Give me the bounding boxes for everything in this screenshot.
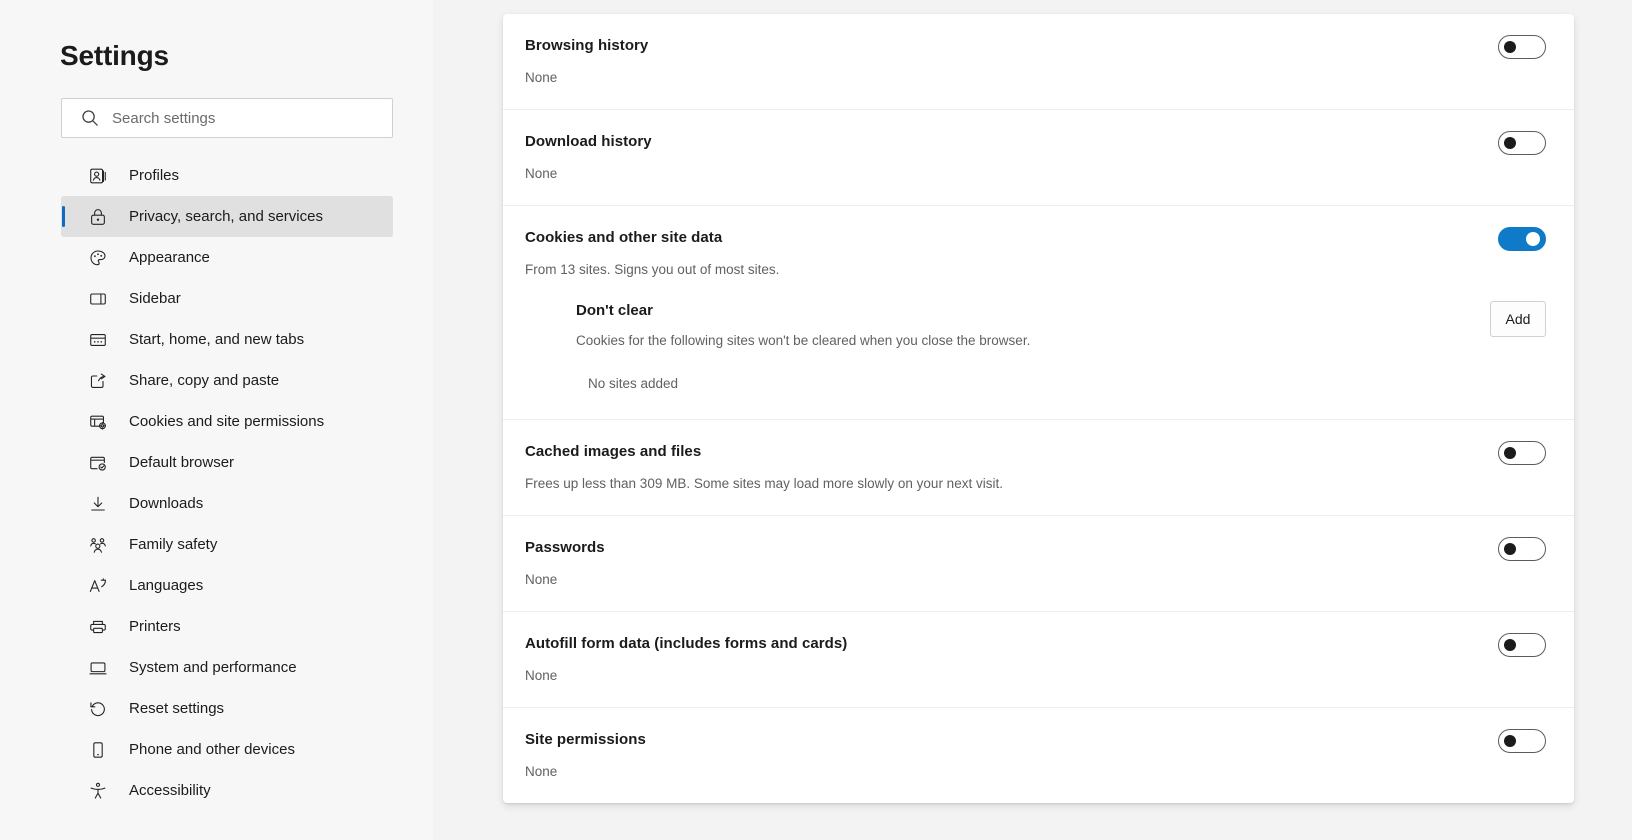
toggle-knob [1504, 543, 1516, 555]
settings-page: Settings Profi [0, 0, 1632, 840]
sidebar-item-sidebar[interactable]: Sidebar [61, 278, 393, 319]
toggle-knob [1526, 232, 1540, 246]
sidebar-item-label: Printers [129, 618, 181, 635]
dont-clear-subsection: Don't clear Cookies for the following si… [525, 301, 1546, 397]
sidebar-item-label: Downloads [129, 495, 204, 512]
row-subtitle: None [525, 166, 558, 181]
search-input[interactable] [112, 99, 392, 137]
toggle-passwords[interactable] [1498, 537, 1546, 561]
row-title: Browsing history [525, 37, 649, 54]
setting-row-passwords: Passwords None [503, 515, 1574, 611]
toggle-autofill-form-data[interactable] [1498, 633, 1546, 657]
setting-row-cookies-and-other-site-data: Cookies and other site data From 13 site… [503, 205, 1574, 419]
setting-row-cached-images-and-files: Cached images and files Frees up less th… [503, 419, 1574, 515]
lock-icon [87, 206, 109, 228]
sidebar-item-cookies-and-site-permissions[interactable]: Cookies and site permissions [61, 401, 393, 442]
row-title: Download history [525, 133, 652, 150]
download-icon [87, 493, 109, 515]
sidebar-item-label: Default browser [129, 454, 235, 471]
sidebar-item-start-home-and-new-tabs[interactable]: Start, home, and new tabs [61, 319, 393, 360]
printer-icon [87, 616, 109, 638]
family-icon [87, 534, 109, 556]
sidebar-item-label: Sidebar [129, 290, 181, 307]
toggle-cached-images-and-files[interactable] [1498, 441, 1546, 465]
default-browser-icon [87, 452, 109, 474]
sidebar-item-label: Profiles [129, 167, 180, 184]
row-subtitle: None [525, 572, 558, 587]
row-subtitle: None [525, 70, 558, 85]
page-title: Settings [60, 40, 169, 71]
search-settings-box[interactable] [61, 98, 393, 138]
sidebar-nav: Profiles Privacy, search, and services A… [61, 155, 393, 811]
sidebar-item-label: Reset settings [129, 700, 225, 717]
sidebar-item-system-and-performance[interactable]: System and performance [61, 647, 393, 688]
row-subtitle: None [525, 668, 558, 683]
add-site-button[interactable]: Add [1490, 301, 1546, 337]
row-subtitle: None [525, 764, 558, 779]
sidebar-item-languages[interactable]: Languages [61, 565, 393, 606]
palette-icon [87, 247, 109, 269]
sidebar-item-accessibility[interactable]: Accessibility [61, 770, 393, 811]
toggle-knob [1504, 639, 1516, 651]
sidebar-item-label: Family safety [129, 536, 218, 553]
sidebar-item-label: Cookies and site permissions [129, 413, 325, 430]
sidebar-item-label: Appearance [129, 249, 210, 266]
toggle-cookies-and-other-site-data[interactable] [1498, 227, 1546, 251]
toggle-knob [1504, 447, 1516, 459]
sidebar-item-reset-settings[interactable]: Reset settings [61, 688, 393, 729]
toggle-knob [1504, 41, 1516, 53]
dont-clear-description: Cookies for the following sites won't be… [576, 333, 1031, 348]
sidebar-item-share-copy-and-paste[interactable]: Share, copy and paste [61, 360, 393, 401]
row-title: Site permissions [525, 731, 646, 748]
dont-clear-title: Don't clear [576, 302, 653, 319]
languages-icon [87, 575, 109, 597]
row-title: Passwords [525, 539, 605, 556]
sidebar-item-label: Phone and other devices [129, 741, 295, 758]
sidebar-icon [87, 288, 109, 310]
phone-icon [87, 739, 109, 761]
setting-row-autofill-form-data: Autofill form data (includes forms and c… [503, 611, 1574, 707]
sidebar-item-label: Languages [129, 577, 204, 594]
sidebar-item-label: Start, home, and new tabs [129, 331, 305, 348]
toggle-knob [1504, 137, 1516, 149]
sidebar-item-label: Privacy, search, and services [129, 208, 323, 225]
search-icon [80, 108, 100, 128]
row-title: Cookies and other site data [525, 229, 723, 246]
clear-browsing-data-card: Browsing history None Download history N… [503, 14, 1574, 803]
row-title: Cached images and files [525, 443, 702, 460]
dont-clear-empty-state: No sites added [588, 376, 679, 391]
sidebar-item-appearance[interactable]: Appearance [61, 237, 393, 278]
reset-icon [87, 698, 109, 720]
monitor-icon [87, 657, 109, 679]
toggle-site-permissions[interactable] [1498, 729, 1546, 753]
sidebar-item-label: Accessibility [129, 782, 211, 799]
toggle-browsing-history[interactable] [1498, 35, 1546, 59]
profile-icon [87, 165, 109, 187]
setting-row-browsing-history: Browsing history None [503, 14, 1574, 109]
setting-row-site-permissions: Site permissions None [503, 707, 1574, 803]
sidebar-item-family-safety[interactable]: Family safety [61, 524, 393, 565]
accessibility-icon [87, 780, 109, 802]
settings-content: Browsing history None Download history N… [433, 0, 1632, 840]
sidebar-item-label: System and performance [129, 659, 297, 676]
sidebar-item-default-browser[interactable]: Default browser [61, 442, 393, 483]
sidebar-item-label: Share, copy and paste [129, 372, 280, 389]
settings-scrollbar[interactable] [428, 0, 433, 840]
setting-row-download-history: Download history None [503, 109, 1574, 205]
toggle-download-history[interactable] [1498, 131, 1546, 155]
share-icon [87, 370, 109, 392]
sidebar-item-profiles[interactable]: Profiles [61, 155, 393, 196]
toggle-knob [1504, 735, 1516, 747]
row-subtitle: From 13 sites. Signs you out of most sit… [525, 262, 780, 277]
settings-sidebar: Settings Profi [0, 0, 433, 840]
sidebar-item-privacy-search-and-services[interactable]: Privacy, search, and services [61, 196, 393, 237]
sidebar-item-printers[interactable]: Printers [61, 606, 393, 647]
sidebar-item-downloads[interactable]: Downloads [61, 483, 393, 524]
sidebar-item-phone-and-other-devices[interactable]: Phone and other devices [61, 729, 393, 770]
row-title: Autofill form data (includes forms and c… [525, 635, 848, 652]
cookie-settings-icon [87, 411, 109, 433]
row-subtitle: Frees up less than 309 MB. Some sites ma… [525, 476, 1003, 491]
new-tab-icon [87, 329, 109, 351]
